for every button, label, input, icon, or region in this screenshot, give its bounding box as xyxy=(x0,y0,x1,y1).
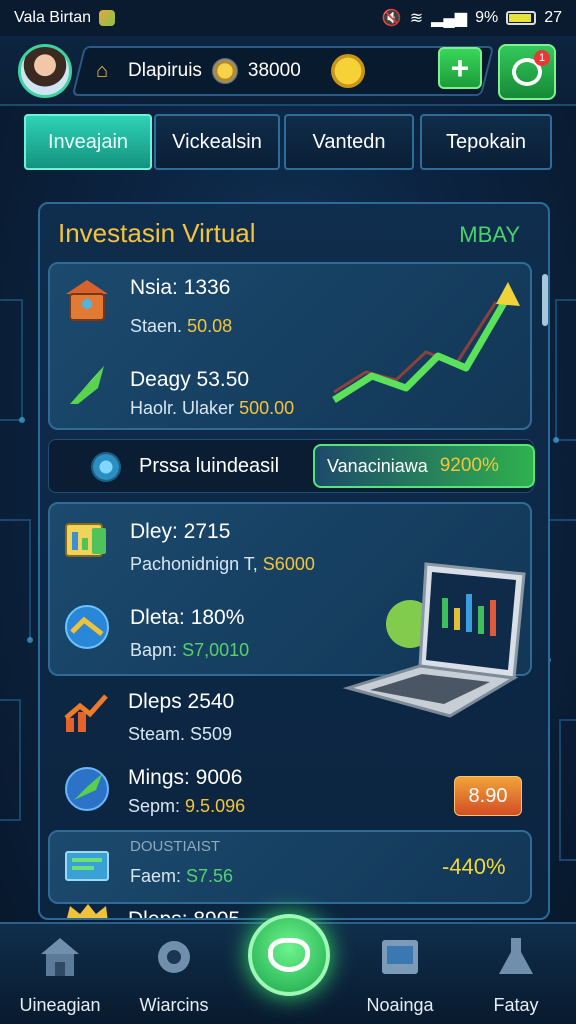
list-title: Dleps: 8905 xyxy=(128,908,241,920)
tab-vantedn[interactable]: Vantedn xyxy=(284,114,414,170)
asset-title: Deagy 53.50 xyxy=(130,368,250,391)
stat-sub: Bapn: S7,0010 xyxy=(130,640,250,660)
return-value: 9200% xyxy=(439,455,499,476)
laptop-illustration xyxy=(342,562,526,718)
signal-icon: ▂▄▆ xyxy=(431,10,468,27)
player-avatar[interactable] xyxy=(18,44,72,98)
bottom-nav: Uineagian Wiarcins Noainga Fatay xyxy=(0,914,576,1024)
leaf-globe-icon xyxy=(65,767,109,811)
nav-item-noainga[interactable]: Noainga xyxy=(340,936,460,1022)
stat-title: Dleta: 180% xyxy=(130,606,245,629)
crown-icon xyxy=(67,904,108,918)
panel-title: Investasin Virtual xyxy=(58,218,256,248)
status-right: 🔇 ≋ ▂▄▆ 9% 27 xyxy=(382,8,562,28)
trend-up-icon xyxy=(64,694,108,732)
add-coins-button[interactable]: + xyxy=(438,47,482,89)
shield-arrow-icon xyxy=(65,605,109,649)
asset-title: Nsia: 1336 xyxy=(130,276,231,299)
list-title: Dleps 2540 xyxy=(128,690,235,713)
bottom-card-sub: Faem: S7.56 xyxy=(130,866,234,886)
chat-button[interactable]: 1 xyxy=(498,44,556,100)
player-name: Dlapiruis xyxy=(128,60,202,81)
coin-icon xyxy=(211,58,238,84)
asset-sub: Staen. 50.08 xyxy=(130,316,233,336)
mute-icon: 🔇 xyxy=(381,10,402,27)
nav-item-fatay[interactable]: Fatay xyxy=(456,936,576,1022)
chat-badge: 1 xyxy=(534,50,550,66)
app-notification-icon xyxy=(99,10,116,26)
bottom-card-title: DOUSTIAIST xyxy=(130,838,221,855)
gem-icon xyxy=(91,452,121,482)
house-icon xyxy=(41,938,79,976)
flask-icon xyxy=(499,938,533,974)
portfolio-card[interactable]: Nsia: 1336 Staen. 50.08 Deagy 53.50 Haol… xyxy=(48,262,532,430)
panel-tag: MBAY xyxy=(459,222,520,247)
return-pill[interactable]: Vanaciniawa 9200% xyxy=(313,444,535,488)
return-label: Vanaciniawa xyxy=(327,455,428,476)
battery-icon xyxy=(506,11,537,25)
list-title: Mings: 9006 xyxy=(128,766,243,789)
growth-arrow-graphic xyxy=(332,282,520,403)
tab-bar: Inveajain Vickealsin Vantedn Tepokain xyxy=(24,114,552,170)
tab-inveajain[interactable]: Inveajain xyxy=(24,114,152,170)
nav-item-uineagian[interactable]: Uineagian xyxy=(0,936,120,1022)
center-action-icon xyxy=(268,938,310,972)
battery-percent: 9% xyxy=(475,9,499,26)
change-value: -440% xyxy=(442,854,506,879)
nav-label: Uineagian xyxy=(19,995,101,1015)
status-bar: Vala Birtan 🔇 ≋ ▂▄▆ 9% 27 xyxy=(0,0,576,36)
bottom-card[interactable]: DOUSTIAIST Faem: S7.56 -440% xyxy=(48,830,532,904)
stat-sub: Pachonidnign T, S6000 xyxy=(130,554,315,574)
stat-title: Dley: 2715 xyxy=(130,520,231,543)
clock: 27 xyxy=(544,9,562,26)
value-badge[interactable]: 8.90 xyxy=(454,776,522,816)
list-sub: Sepm: 9.5.096 xyxy=(128,796,246,816)
investment-panel: Investasin Virtual MBAY Nsia: 1336 Staen… xyxy=(38,202,550,920)
screen-board-icon xyxy=(65,851,109,881)
chart-board-icon xyxy=(65,523,106,557)
header: ⌂ Dlapiruis 38000 + 1 xyxy=(0,36,576,106)
list-sub: Steam. S509 xyxy=(128,724,233,744)
window-icon xyxy=(382,940,418,974)
carrier-name: Vala Birtan xyxy=(14,9,92,26)
nav-label: Noainga xyxy=(366,995,434,1015)
center-action-button[interactable] xyxy=(248,914,330,996)
tab-tepokain[interactable]: Tepokain xyxy=(420,114,552,170)
home-icon: ⌂ xyxy=(96,60,109,82)
rocket-icon xyxy=(70,366,104,404)
nav-item-wiarcins[interactable]: Wiarcins xyxy=(114,936,234,1022)
scrollbar[interactable] xyxy=(542,274,548,326)
asset-sub: Haolr. Ulaker 500.00 xyxy=(130,398,295,418)
coin-balance: 38000 xyxy=(247,60,301,81)
gold-coin-icon xyxy=(330,54,365,88)
gear-icon xyxy=(158,941,190,973)
house-chest-icon xyxy=(66,280,108,321)
summary-row[interactable]: Prssa luindeasil Vanaciniawa 9200% xyxy=(48,439,535,493)
player-panel: ⌂ Dlapiruis 38000 xyxy=(71,46,495,96)
summary-label: Prssa luindeasil xyxy=(139,455,280,477)
nav-label: Fatay xyxy=(493,995,539,1015)
battery-fill xyxy=(509,14,531,22)
tab-vickealsin[interactable]: Vickealsin xyxy=(154,114,280,170)
wifi-icon: ≋ xyxy=(409,10,424,27)
nav-label: Wiarcins xyxy=(139,995,209,1015)
